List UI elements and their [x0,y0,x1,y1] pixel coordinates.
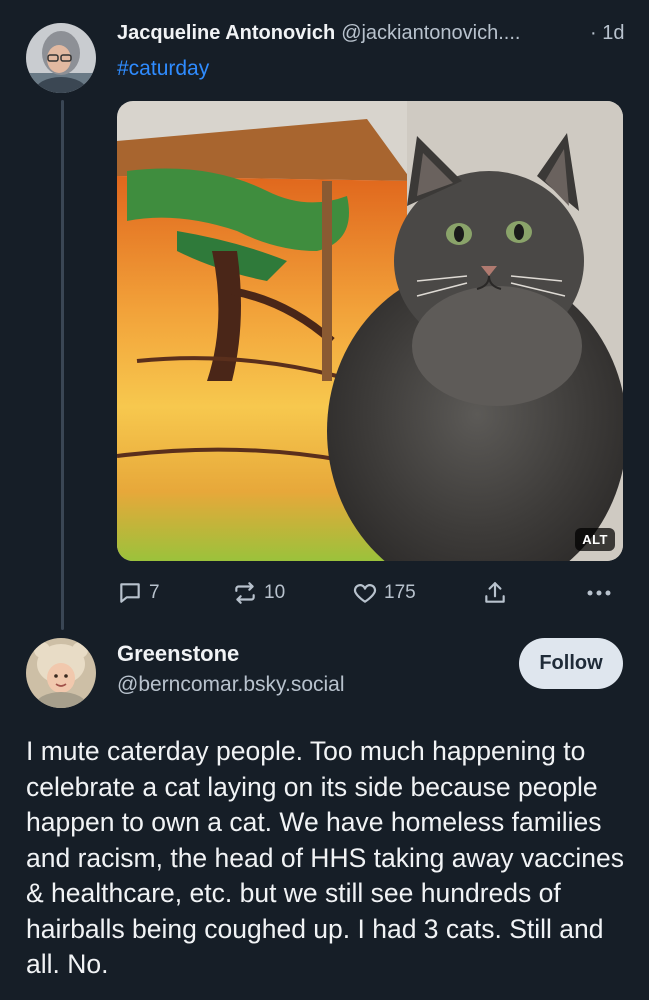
reply-avatar-image [26,638,96,708]
repost-icon [232,580,258,606]
follow-button[interactable]: Follow [519,638,623,689]
share-action[interactable] [482,580,508,606]
reply-icon [117,580,143,606]
reply-author-avatar[interactable] [26,638,96,708]
reply-count: 7 [149,582,160,603]
more-icon [585,580,613,606]
more-options-action[interactable] [585,580,613,606]
cat-photo [117,101,623,561]
reply-author-handle[interactable]: @berncomar.bsky.social [117,673,345,697]
like-action[interactable]: 175 [352,580,416,606]
reply-post-text: I mute caterday people. Too much happeni… [26,736,625,979]
thread-connector-line [61,100,64,630]
author-avatar-image [26,23,96,93]
repost-count: 10 [264,582,286,603]
like-count: 175 [384,582,416,603]
post-image[interactable]: ALT [117,101,623,561]
author-name[interactable]: Jacqueline Antonovich [117,22,335,44]
like-icon [352,580,378,606]
hashtag-link[interactable]: #caturday [117,57,209,81]
alt-text-badge[interactable]: ALT [575,528,615,551]
post-timestamp[interactable]: · 1d [590,22,624,45]
author-avatar[interactable] [26,23,96,93]
reply-author-name[interactable]: Greenstone [117,641,239,667]
repost-action[interactable]: 10 [232,580,285,606]
post-header: Jacqueline Antonovich @jackiantonovich...… [117,22,627,45]
reply-action[interactable]: 7 [117,580,160,606]
share-icon [482,580,508,606]
author-handle[interactable]: @jackiantonovich.... [341,22,520,44]
